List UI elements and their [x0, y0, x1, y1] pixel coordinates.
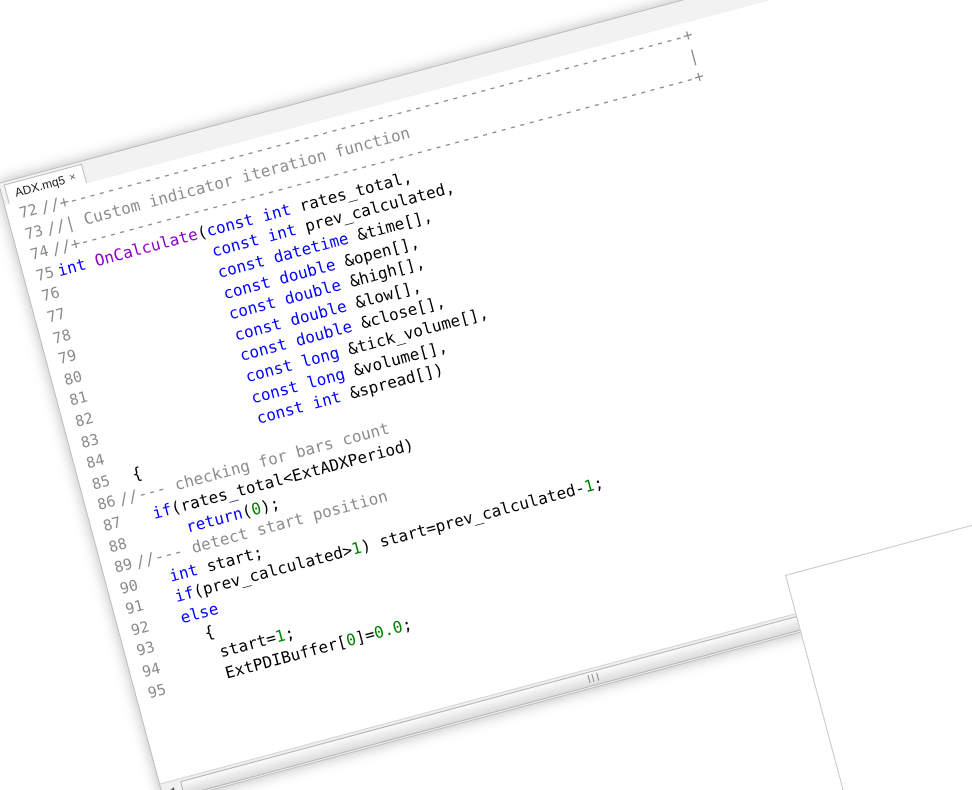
screenshot-stage: ADX.mq5 × 72//+-------------------------… [0, 0, 972, 790]
scrollbar-grip-icon [587, 672, 600, 683]
scroll-left-arrow-icon[interactable]: ◂ [162, 780, 182, 790]
